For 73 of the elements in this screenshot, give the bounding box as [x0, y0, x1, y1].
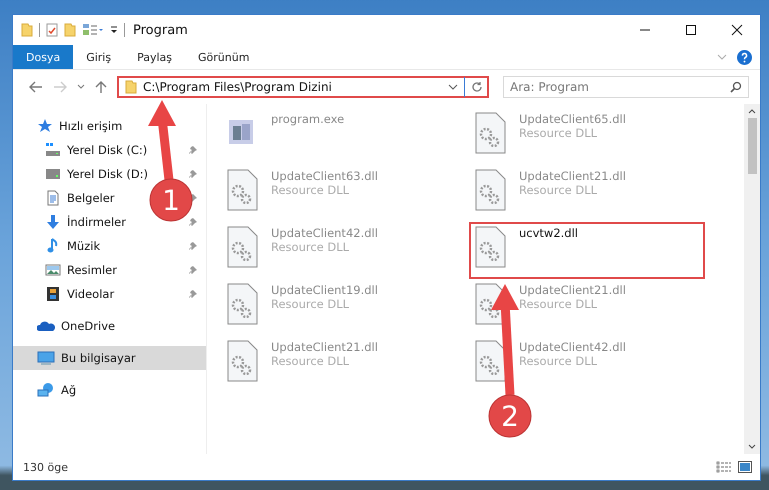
folder-icon	[125, 80, 137, 94]
file-item[interactable]: UpdateClient65.dll Resource DLL	[469, 108, 705, 165]
file-item[interactable]: UpdateClient19.dll Resource DLL	[221, 279, 457, 336]
item-count: 130 öge	[23, 460, 68, 474]
address-bar[interactable]: C:\Program Files\Program Dizini	[117, 76, 489, 98]
file-item[interactable]: UpdateClient63.dll Resource DLL	[221, 165, 457, 222]
file-item[interactable]: program.exe	[221, 108, 457, 165]
up-icon[interactable]	[95, 80, 107, 94]
file-item[interactable]: UpdateClient42.dll Resource DLL	[221, 222, 457, 279]
customize-caret-icon[interactable]	[110, 25, 118, 35]
gear-file-icon	[225, 340, 259, 382]
file-item[interactable]: ucvtw2.dll	[469, 222, 705, 279]
nav-item[interactable]: Yerel Disk (D:)	[13, 162, 145, 186]
drive-icon	[45, 166, 61, 182]
scroll-thumb[interactable]	[748, 118, 756, 174]
scroll-up-icon[interactable]	[748, 108, 756, 114]
gear-file-icon	[473, 340, 507, 382]
properties-icon[interactable]	[46, 23, 58, 37]
gear-file-icon	[473, 112, 507, 154]
gear-file-icon	[225, 226, 259, 268]
help-icon[interactable]	[737, 50, 752, 64]
nav-item[interactable]: OneDrive	[13, 314, 206, 338]
maximize-icon	[685, 24, 697, 36]
ribbon-tab[interactable]: Giriş	[73, 45, 124, 69]
gear-file-icon	[225, 169, 259, 211]
search-field[interactable]: Ara: Program	[503, 76, 749, 98]
nav-item[interactable]: Hızlı erişim	[13, 114, 206, 138]
network-icon	[37, 382, 55, 398]
pin-icon[interactable]	[188, 265, 198, 275]
pin-icon[interactable]	[188, 169, 198, 179]
nav-item[interactable]: Videolar	[13, 282, 145, 306]
film-icon	[45, 286, 61, 302]
pin-icon[interactable]	[188, 145, 198, 155]
ribbon-tab[interactable]: Görünüm	[185, 45, 262, 69]
down-arrow-icon	[45, 214, 61, 230]
star-icon	[37, 118, 53, 134]
ribbon-tab[interactable]: Dosya	[13, 45, 74, 69]
monitor-icon	[37, 350, 55, 366]
nav-item[interactable]: Bu bilgisayar	[13, 346, 206, 370]
large-icons-view-icon[interactable]	[738, 461, 752, 473]
close-icon	[731, 24, 743, 36]
nav-item[interactable]: Belgeler	[13, 186, 145, 210]
recent-caret-icon[interactable]	[77, 84, 85, 90]
view-menu-icon[interactable]	[82, 23, 104, 37]
search-icon[interactable]	[730, 81, 742, 93]
ribbon-tab[interactable]: Paylaş	[124, 45, 185, 69]
step-badge: 1	[150, 178, 192, 222]
back-icon[interactable]	[29, 81, 43, 93]
expand-ribbon-icon[interactable]	[717, 54, 727, 60]
scrollbar[interactable]	[744, 104, 760, 454]
nav-item[interactable]: İndirmeler	[13, 210, 145, 234]
step-badge: 2	[488, 394, 532, 438]
image-icon	[45, 262, 61, 278]
nav-item[interactable]: Müzik	[13, 234, 145, 258]
gear-file-icon	[225, 283, 259, 325]
refresh-icon[interactable]	[471, 81, 483, 93]
details-view-icon[interactable]	[716, 461, 732, 473]
pin-icon[interactable]	[188, 241, 198, 251]
drive-icon	[45, 142, 61, 158]
scroll-down-icon[interactable]	[748, 444, 756, 450]
window-title: Program	[133, 22, 188, 38]
pin-icon[interactable]	[188, 217, 198, 227]
document-icon	[45, 190, 61, 206]
dropdown-caret-icon[interactable]	[448, 84, 458, 90]
file-item[interactable]: UpdateClient21.dll Resource DLL	[469, 165, 705, 222]
nav-item[interactable]: Ağ	[13, 378, 206, 402]
gear-file-icon	[473, 169, 507, 211]
pin-icon[interactable]	[188, 289, 198, 299]
file-item[interactable]: UpdateClient21.dll Resource DLL	[221, 336, 457, 393]
nav-item[interactable]: Yerel Disk (C:)	[13, 138, 145, 162]
gear-file-icon	[473, 226, 507, 268]
nav-item[interactable]: Resimler	[13, 258, 145, 282]
file-item[interactable]: UpdateClient42.dll Resource DLL	[469, 336, 705, 393]
